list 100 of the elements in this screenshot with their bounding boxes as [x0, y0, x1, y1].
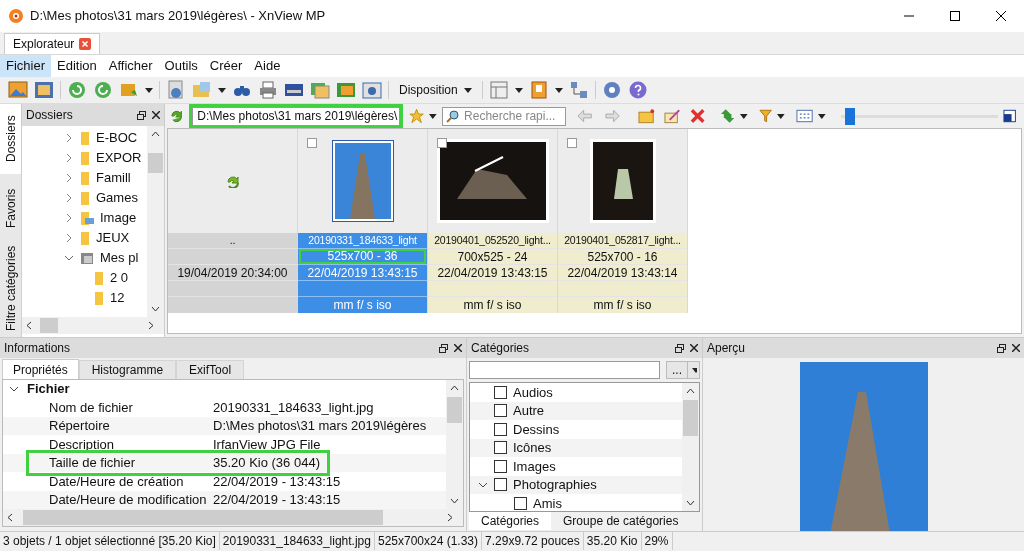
close-icon[interactable] [996, 11, 1006, 21]
address-field[interactable]: D:\Mes photos\31 mars 2019\légères\ [192, 106, 401, 126]
rotate-left-icon[interactable] [67, 80, 87, 100]
slider-thumb[interactable] [845, 107, 856, 125]
chevron-down-icon[interactable] [64, 253, 74, 263]
chevron-right-icon[interactable] [64, 173, 74, 183]
images-icon[interactable] [336, 80, 356, 100]
caret-icon[interactable] [687, 362, 699, 378]
layout-dropdown[interactable]: Disposition [395, 79, 476, 101]
float-panel-icon[interactable] [439, 343, 448, 353]
thumbnail-info[interactable]: 20190401_052520_light... 700x525 - 24 22/04/2019 13:43:15 mm f/ s iso [428, 233, 557, 313]
scroll-up-icon[interactable] [686, 388, 695, 394]
fullscreen-icon[interactable] [34, 80, 54, 100]
folder-label[interactable]: Famill [96, 168, 131, 188]
thumbnail-info[interactable]: 20190401_052817_light... 525x700 - 16 22/04/2019 13:43:14 mm f/ s iso [558, 233, 687, 313]
vertical-scrollbar[interactable] [446, 380, 463, 509]
scrollbar-thumb[interactable] [40, 318, 58, 333]
close-icon[interactable] [454, 344, 462, 352]
folder-label[interactable]: EXPOR [96, 148, 142, 168]
folder-label[interactable]: Games [96, 188, 138, 208]
chevron-right-icon[interactable] [64, 133, 74, 143]
scroll-left-icon[interactable] [26, 321, 32, 330]
folder-label[interactable]: Mes pl [100, 248, 139, 268]
caret-icon[interactable] [145, 87, 153, 93]
new-folder-icon[interactable] [637, 108, 655, 124]
chevron-right-icon[interactable] [64, 193, 74, 203]
menu-item[interactable]: Aide [248, 55, 287, 77]
scroll-up-icon[interactable] [151, 131, 160, 137]
delete-icon[interactable] [689, 108, 706, 124]
side-tab[interactable]: Dossiers [0, 104, 22, 174]
camera-icon[interactable] [362, 80, 382, 100]
restore-window-icon[interactable] [1002, 109, 1016, 123]
menu-item[interactable]: Outils [158, 55, 204, 77]
folder-label[interactable]: Image [100, 208, 137, 228]
image-viewer-icon[interactable] [8, 80, 28, 100]
menu-item[interactable]: Edition [51, 55, 103, 77]
scrollbar-thumb[interactable] [683, 400, 698, 436]
chevron-right-icon[interactable] [64, 153, 74, 163]
folder-label[interactable]: 12 [110, 288, 125, 308]
checkbox[interactable] [494, 459, 507, 473]
layout-icon[interactable] [488, 80, 509, 100]
caret-icon[interactable] [554, 87, 563, 93]
scroll-down-icon[interactable] [151, 306, 160, 312]
printer-icon[interactable] [258, 80, 278, 100]
up-arrow-icon[interactable] [225, 174, 240, 188]
group-title[interactable]: Fichier [27, 380, 70, 399]
checkbox[interactable] [514, 496, 527, 510]
caret-icon[interactable] [740, 113, 748, 119]
tree-view-icon[interactable] [568, 80, 589, 100]
rotate-right-icon[interactable] [93, 80, 113, 100]
slideshow-icon[interactable] [310, 80, 330, 100]
caret-icon[interactable] [463, 87, 472, 93]
tab[interactable]: Explorateur [4, 33, 101, 54]
scrollbar-thumb[interactable] [148, 153, 163, 173]
scroll-down-icon[interactable] [686, 500, 695, 506]
checkbox[interactable] [494, 478, 507, 492]
close-icon[interactable] [1012, 344, 1020, 352]
close-icon[interactable] [690, 344, 698, 352]
caret-icon[interactable] [218, 87, 226, 93]
scroll-up-icon[interactable] [450, 385, 459, 391]
thumbnail-info[interactable]: .. 19/04/2019 20:34:00 [168, 233, 297, 313]
tab[interactable]: Catégories [469, 512, 552, 530]
star-icon[interactable] [409, 108, 425, 124]
caret-icon[interactable] [818, 113, 826, 119]
chevron-right-icon[interactable] [64, 213, 74, 223]
float-panel-icon[interactable] [137, 110, 146, 120]
menu-item[interactable]: Fichier [0, 55, 51, 77]
chevron-down-icon[interactable] [9, 384, 19, 394]
refresh-arrow-icon[interactable] [169, 108, 185, 124]
float-panel-icon[interactable] [675, 343, 684, 353]
info-icon[interactable] [166, 80, 186, 100]
folder-label[interactable]: JEUX [96, 228, 130, 248]
menu-item[interactable]: Créer [203, 55, 249, 77]
checkbox[interactable] [307, 138, 317, 148]
bookmark-icon[interactable] [528, 80, 549, 100]
tab[interactable]: Propriétés [2, 359, 79, 379]
folder-label[interactable]: 2 0 [110, 268, 129, 288]
tab[interactable]: Histogramme [78, 360, 177, 379]
menu-item[interactable]: Afficher [102, 55, 159, 77]
options-dropdown[interactable]: ... [666, 361, 700, 379]
scroll-down-icon[interactable] [450, 498, 459, 504]
horizontal-scrollbar[interactable] [3, 509, 463, 526]
checkbox[interactable] [494, 385, 507, 399]
category-filter-field[interactable] [469, 361, 660, 379]
search-field[interactable]: Recherche rapi... [442, 106, 567, 126]
caret-icon[interactable] [777, 113, 785, 119]
checkbox[interactable] [437, 138, 447, 148]
vertical-scrollbar[interactable] [682, 383, 699, 511]
help-icon[interactable] [627, 80, 648, 100]
tab[interactable]: ExifTool [176, 360, 245, 379]
scroll-right-icon[interactable] [447, 513, 453, 522]
scroll-right-icon[interactable] [148, 321, 154, 330]
vertical-scrollbar[interactable] [147, 126, 164, 317]
folder-label[interactable]: E-BOC [96, 128, 138, 148]
checkbox[interactable] [494, 422, 507, 436]
scrollbar-thumb[interactable] [447, 397, 462, 423]
close-icon[interactable] [152, 111, 160, 119]
checkbox[interactable] [494, 404, 507, 418]
edit-icon[interactable] [663, 108, 681, 124]
scrollbar-thumb[interactable] [23, 510, 383, 525]
